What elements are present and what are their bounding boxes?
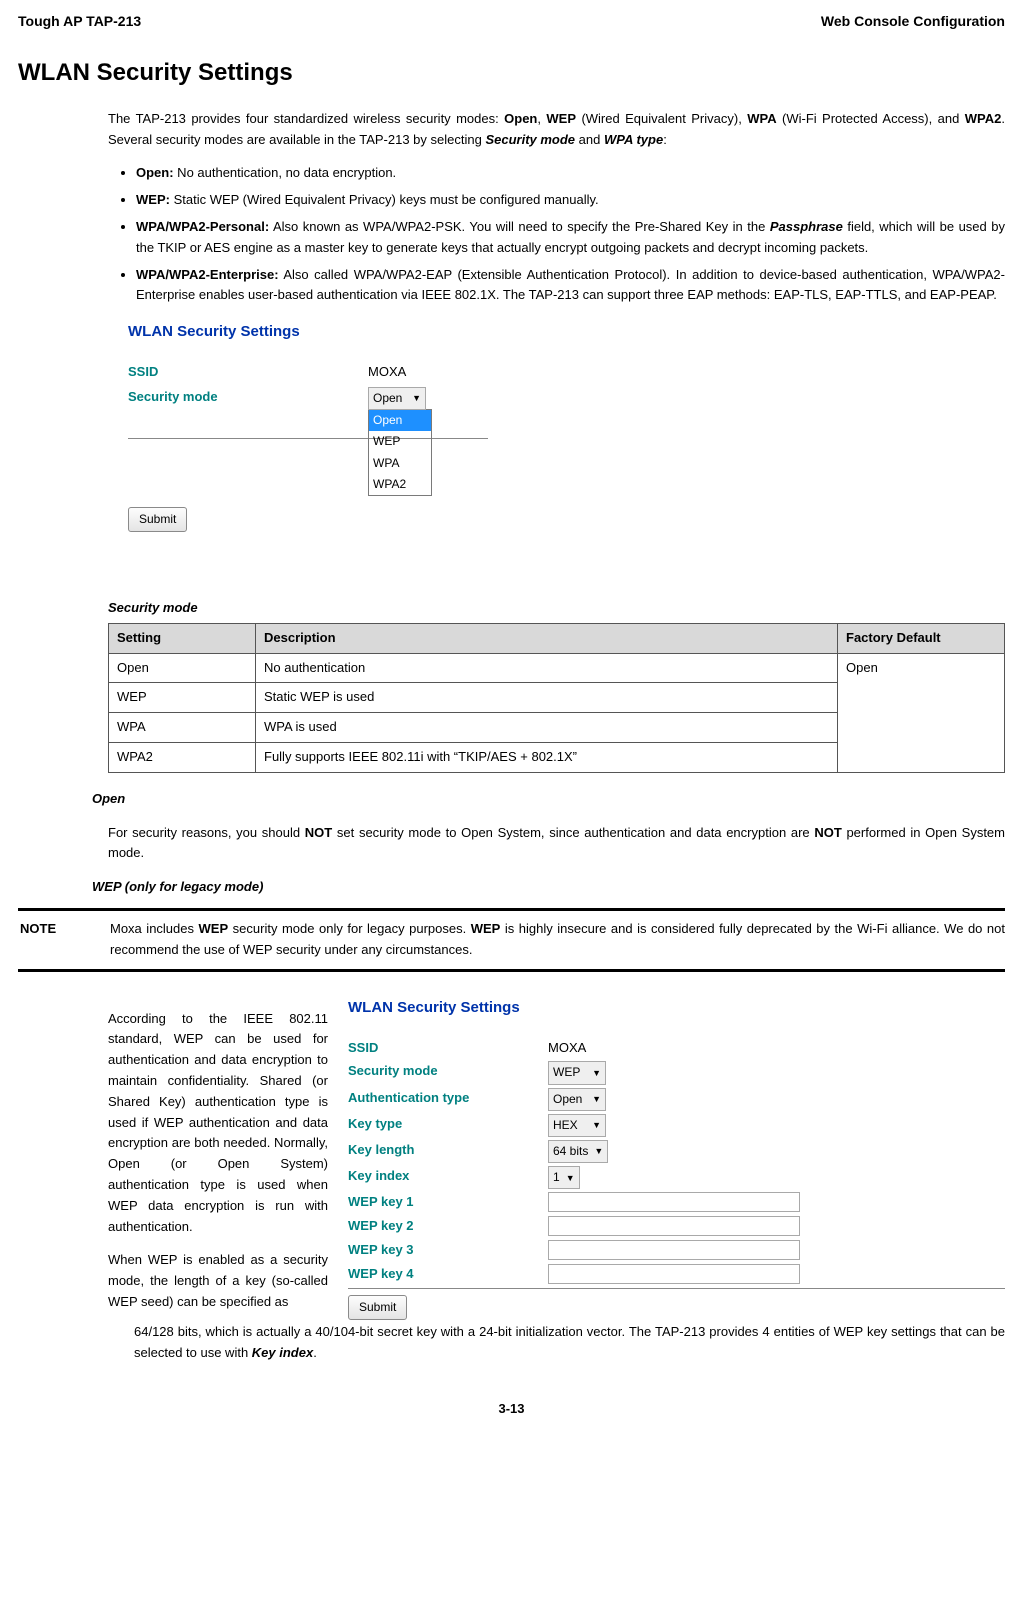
wep-para-3: 64/128 bits, which is actually a 40/104-… bbox=[134, 1322, 1005, 1364]
cell: WPA bbox=[109, 713, 256, 743]
security-mode-label: Security mode bbox=[348, 1061, 548, 1084]
intro-paragraph: The TAP-213 provides four standardized w… bbox=[108, 109, 1005, 151]
wep-key4-input[interactable] bbox=[548, 1264, 800, 1284]
cell: WPA is used bbox=[256, 713, 838, 743]
list-item: WEP: Static WEP (Wired Equivalent Privac… bbox=[136, 190, 1005, 211]
panel-title: WLAN Security Settings bbox=[348, 996, 1005, 1020]
auth-type-select[interactable]: Open▼ bbox=[548, 1088, 606, 1111]
chevron-down-icon: ▼ bbox=[592, 1066, 601, 1080]
cell: Static WEP is used bbox=[256, 683, 838, 713]
page-number: 3-13 bbox=[18, 1399, 1005, 1420]
header-right: Web Console Configuration bbox=[821, 10, 1005, 32]
security-mode-label: Security mode bbox=[128, 387, 368, 408]
header-left: Tough AP TAP-213 bbox=[18, 10, 141, 32]
ssid-value: MOXA bbox=[368, 362, 528, 383]
submit-button[interactable]: Submit bbox=[128, 507, 187, 532]
wep-key4-label: WEP key 4 bbox=[348, 1264, 548, 1285]
page-header: Tough AP TAP-213 Web Console Configurati… bbox=[18, 10, 1005, 32]
table-caption: Security mode bbox=[108, 598, 1005, 619]
security-mode-options[interactable]: Open WEP WPA WPA2 bbox=[368, 409, 432, 496]
open-paragraph: For security reasons, you should NOT set… bbox=[108, 823, 1005, 865]
th-description: Description bbox=[256, 623, 838, 653]
option-wpa2[interactable]: WPA2 bbox=[369, 474, 431, 495]
ssid-value: MOXA bbox=[548, 1038, 708, 1059]
option-open[interactable]: Open bbox=[369, 410, 431, 431]
key-index-select[interactable]: 1▼ bbox=[548, 1166, 580, 1189]
wep-key3-input[interactable] bbox=[548, 1240, 800, 1260]
screenshot-wep-mode: WLAN Security Settings SSIDMOXA Security… bbox=[348, 996, 1005, 1320]
list-item: Open: No authentication, no data encrypt… bbox=[136, 163, 1005, 184]
open-subhead: Open bbox=[92, 789, 1005, 810]
cell: No authentication bbox=[256, 653, 838, 683]
auth-type-label: Authentication type bbox=[348, 1088, 548, 1111]
note-label: NOTE bbox=[18, 919, 110, 961]
note-text: Moxa includes WEP security mode only for… bbox=[110, 919, 1005, 961]
th-default: Factory Default bbox=[838, 623, 1005, 653]
cell-default: Open bbox=[838, 653, 1005, 772]
ssid-label: SSID bbox=[128, 362, 368, 383]
key-length-select[interactable]: 64 bits▼ bbox=[548, 1140, 608, 1163]
note-block: NOTE Moxa includes WEP security mode onl… bbox=[18, 908, 1005, 972]
key-type-label: Key type bbox=[348, 1114, 548, 1137]
cell: WEP bbox=[109, 683, 256, 713]
mode-bullet-list: Open: No authentication, no data encrypt… bbox=[108, 163, 1005, 306]
submit-button[interactable]: Submit bbox=[348, 1295, 407, 1320]
wep-para-1: According to the IEEE 802.11 standard, W… bbox=[108, 1009, 328, 1238]
wep-key1-label: WEP key 1 bbox=[348, 1192, 548, 1213]
cell: Open bbox=[109, 653, 256, 683]
wep-para-2: When WEP is enabled as a security mode, … bbox=[108, 1250, 328, 1312]
wep-key2-input[interactable] bbox=[548, 1216, 800, 1236]
cell: Fully supports IEEE 802.11i with “TKIP/A… bbox=[256, 743, 838, 773]
key-index-label: Key index bbox=[348, 1166, 548, 1189]
option-wpa[interactable]: WPA bbox=[369, 453, 431, 474]
wep-key3-label: WEP key 3 bbox=[348, 1240, 548, 1261]
chevron-down-icon: ▼ bbox=[412, 391, 421, 405]
security-mode-table: Setting Description Factory Default Open… bbox=[108, 623, 1005, 773]
screenshot-open-mode: WLAN Security Settings SSID MOXA Securit… bbox=[128, 320, 1005, 578]
section-title: WLAN Security Settings bbox=[18, 54, 1005, 92]
wep-key2-label: WEP key 2 bbox=[348, 1216, 548, 1237]
chevron-down-icon: ▼ bbox=[592, 1092, 601, 1106]
key-type-select[interactable]: HEX▼ bbox=[548, 1114, 606, 1137]
list-item: WPA/WPA2-Enterprise: Also called WPA/WPA… bbox=[136, 265, 1005, 307]
security-mode-select[interactable]: WEP▼ bbox=[548, 1061, 606, 1084]
wep-subhead: WEP (only for legacy mode) bbox=[92, 877, 1005, 898]
list-item: WPA/WPA2-Personal: Also known as WPA/WPA… bbox=[136, 217, 1005, 259]
panel-title: WLAN Security Settings bbox=[128, 320, 1005, 344]
key-length-label: Key length bbox=[348, 1140, 548, 1163]
option-wep[interactable]: WEP bbox=[369, 431, 431, 452]
th-setting: Setting bbox=[109, 623, 256, 653]
cell: WPA2 bbox=[109, 743, 256, 773]
ssid-label: SSID bbox=[348, 1038, 548, 1059]
chevron-down-icon: ▼ bbox=[592, 1118, 601, 1132]
security-mode-select[interactable]: Open▼ bbox=[368, 387, 426, 410]
chevron-down-icon: ▼ bbox=[594, 1144, 603, 1158]
chevron-down-icon: ▼ bbox=[566, 1171, 575, 1185]
wep-key1-input[interactable] bbox=[548, 1192, 800, 1212]
